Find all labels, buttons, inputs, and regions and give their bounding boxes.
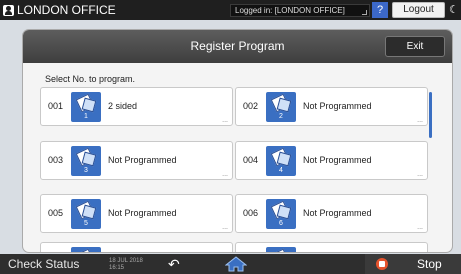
program-icon-index: 4 — [279, 167, 283, 174]
back-arrow-icon: ↶ — [168, 256, 180, 272]
logged-in-text: Logged in: [LONDON OFFICE] — [235, 6, 345, 15]
more-indicator: ... — [417, 224, 423, 231]
program-number: 006 — [243, 208, 259, 218]
program-label: Not Programmed — [303, 155, 372, 165]
user-icon — [3, 4, 14, 16]
program-label: Not Programmed — [108, 208, 177, 218]
bottom-bar: Check Status 18 JUL 2018 16:15 ↶ Stop — [0, 254, 461, 274]
stop-label: Stop — [417, 257, 442, 271]
date-time: 18 JUL 2018 16:15 — [109, 258, 143, 272]
logout-button[interactable]: Logout — [392, 2, 445, 18]
program-card-partial[interactable] — [235, 242, 428, 252]
program-copy-icon: 2 — [266, 92, 296, 122]
program-card[interactable]: 003 3 Not Programmed ... — [40, 141, 233, 180]
more-indicator: ... — [222, 171, 228, 178]
program-label: 2 sided — [108, 101, 138, 111]
dialog-header: Register Program Exit — [23, 30, 452, 63]
program-card-partial[interactable] — [40, 242, 233, 252]
time-label: 16:15 — [109, 265, 125, 271]
program-card[interactable]: 001 1 2 sided ... — [40, 87, 233, 126]
program-card[interactable]: 004 4 Not Programmed ... — [235, 141, 428, 180]
program-icon-index: 6 — [279, 220, 283, 227]
home-icon — [225, 256, 247, 272]
program-copy-icon: 4 — [266, 146, 296, 176]
user-label: LONDON OFFICE — [17, 3, 116, 17]
energy-saver-icon[interactable]: ☾ — [449, 3, 461, 17]
check-status-button[interactable]: Check Status — [8, 257, 79, 272]
program-number: 001 — [48, 101, 64, 111]
user-indicator[interactable]: LONDON OFFICE — [3, 2, 116, 18]
register-program-dialog: Register Program Exit Select No. to prog… — [23, 30, 452, 252]
scrollbar[interactable] — [429, 92, 432, 138]
back-button[interactable]: ↶ — [168, 256, 188, 272]
program-card[interactable]: 005 5 Not Programmed ... — [40, 194, 233, 233]
program-number: 005 — [48, 208, 64, 218]
program-icon-index: 3 — [84, 167, 88, 174]
expand-corner-icon — [362, 10, 367, 15]
program-card[interactable]: 006 6 Not Programmed ... — [235, 194, 428, 233]
more-indicator: ... — [222, 117, 228, 124]
stop-icon — [376, 258, 388, 270]
program-card[interactable]: 002 2 Not Programmed ... — [235, 87, 428, 126]
program-copy-icon: 3 — [71, 146, 101, 176]
program-icon-index: 1 — [84, 113, 88, 120]
program-copy-icon: 5 — [71, 199, 101, 229]
more-indicator: ... — [417, 171, 423, 178]
top-bar: LONDON OFFICE Logged in: [LONDON OFFICE]… — [0, 0, 461, 20]
program-icon-index: 5 — [84, 220, 88, 227]
more-indicator: ... — [417, 117, 423, 124]
program-label: Not Programmed — [303, 208, 372, 218]
program-icon-index: 2 — [279, 113, 283, 120]
help-button[interactable]: ? — [372, 2, 388, 18]
program-label: Not Programmed — [108, 155, 177, 165]
program-copy-icon — [71, 247, 101, 252]
instruction-text: Select No. to program. — [45, 74, 136, 84]
program-copy-icon: 1 — [71, 92, 101, 122]
program-number: 003 — [48, 155, 64, 165]
program-number: 002 — [243, 101, 259, 111]
stop-button[interactable]: Stop — [365, 254, 461, 274]
program-copy-icon — [266, 247, 296, 252]
logged-in-status[interactable]: Logged in: [LONDON OFFICE] — [230, 4, 370, 17]
date-label: 18 JUL 2018 — [109, 258, 143, 264]
more-indicator: ... — [222, 224, 228, 231]
exit-button[interactable]: Exit — [385, 36, 445, 57]
program-copy-icon: 6 — [266, 199, 296, 229]
program-number: 004 — [243, 155, 259, 165]
home-button[interactable] — [206, 254, 268, 274]
program-label: Not Programmed — [303, 101, 372, 111]
